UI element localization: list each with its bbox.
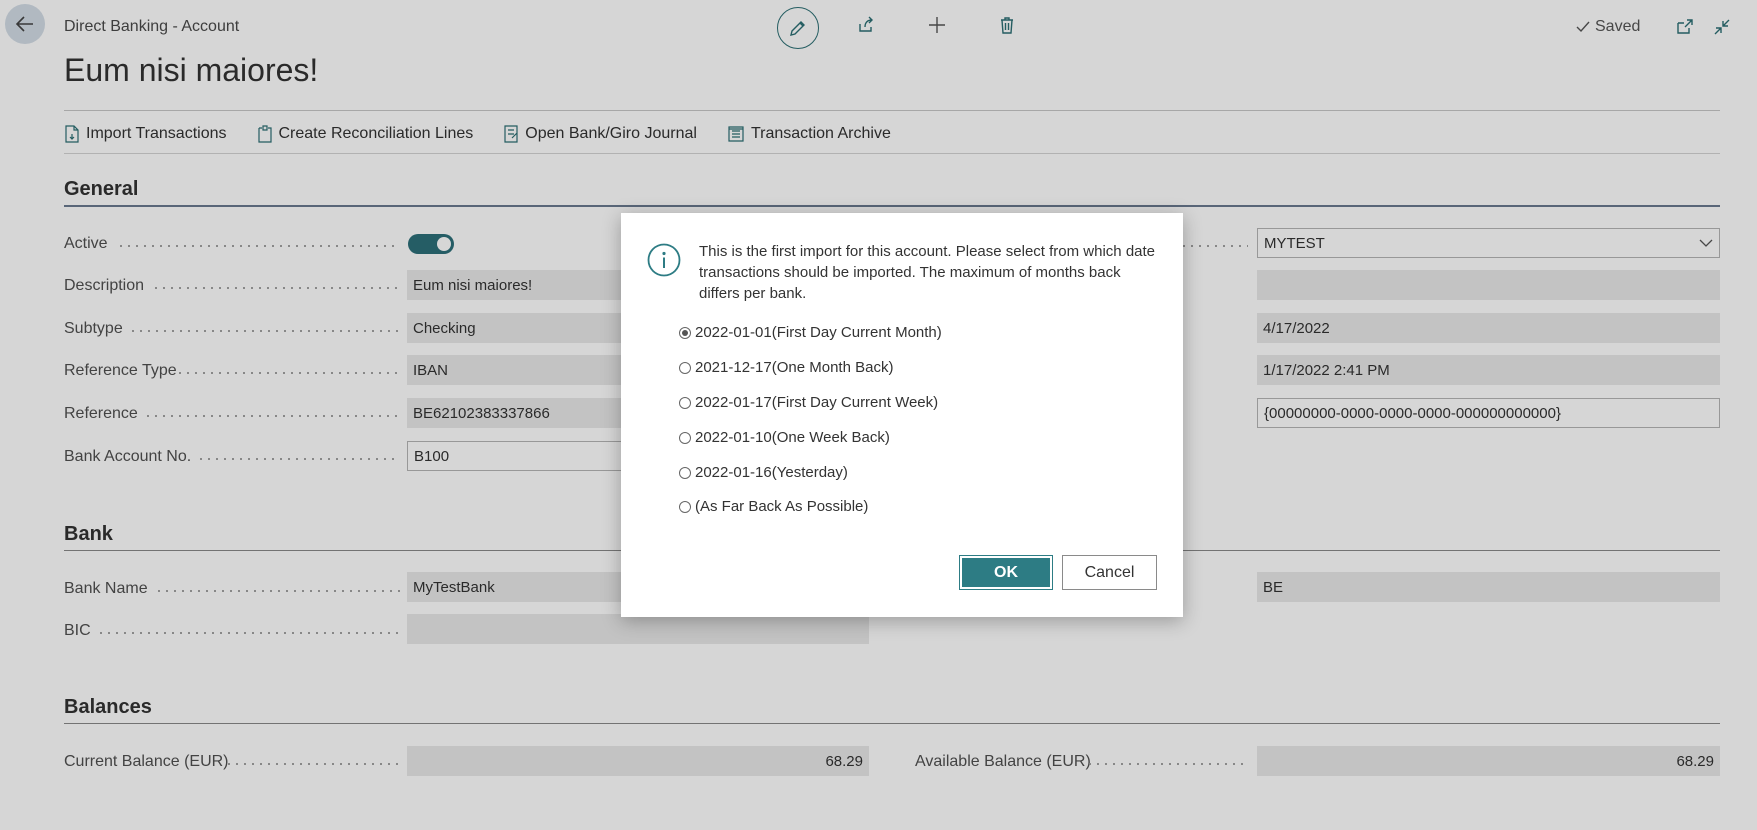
option-label: 2021-12-17(One Month Back) [695,359,894,376]
option-label: (As Far Back As Possible) [695,498,869,515]
option-label: 2022-01-10(One Week Back) [695,429,890,446]
option-label: 2022-01-17(First Day Current Week) [695,394,939,411]
radio-button[interactable] [679,361,691,374]
option-yesterday[interactable]: 2022-01-16(Yesterday) [679,464,848,481]
radio-button[interactable] [679,431,691,444]
option-first-day-current-month[interactable]: 2022-01-01(First Day Current Month) [679,324,942,341]
option-label: 2022-01-01(First Day Current Month) [695,324,942,341]
radio-button[interactable] [679,466,691,479]
first-import-dialog: This is the first import for this accoun… [621,213,1183,617]
option-as-far-back-as-possible[interactable]: (As Far Back As Possible) [679,498,868,515]
option-one-week-back[interactable]: 2022-01-10(One Week Back) [679,429,890,446]
option-first-day-current-week[interactable]: 2022-01-17(First Day Current Week) [679,394,938,411]
info-icon [647,243,681,277]
ok-button[interactable]: OK [959,555,1053,590]
dialog-message: This is the first import for this accoun… [699,243,1156,302]
cancel-button[interactable]: Cancel [1062,555,1157,590]
radio-button[interactable] [679,326,691,339]
radio-button[interactable] [679,500,691,513]
option-label: 2022-01-16(Yesterday) [695,464,848,481]
option-one-month-back[interactable]: 2021-12-17(One Month Back) [679,359,893,376]
radio-button[interactable] [679,396,691,409]
